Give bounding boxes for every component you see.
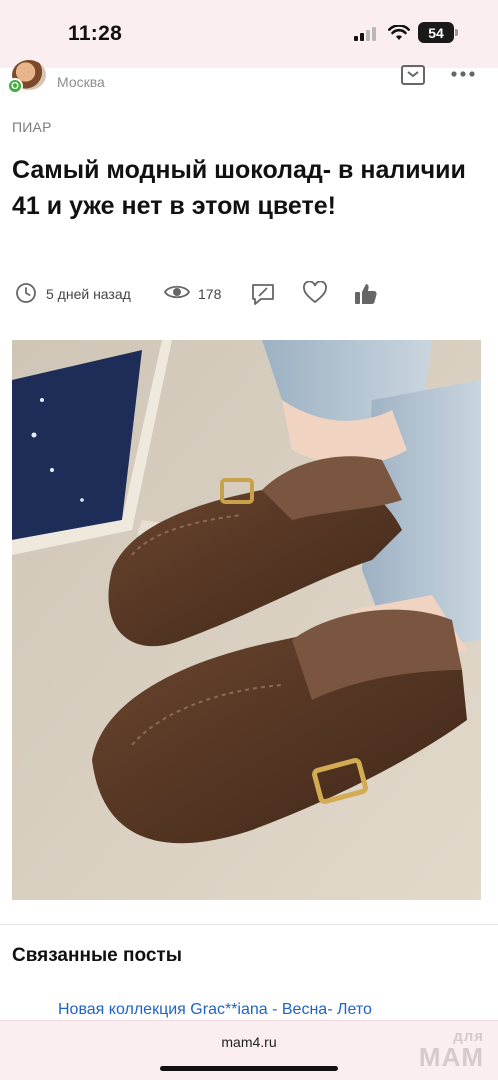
- related-posts-heading: Связанные посты: [12, 945, 182, 966]
- thumbs-up-icon[interactable]: [353, 281, 379, 307]
- post-category[interactable]: ПИАР: [12, 119, 52, 135]
- battery-cap: [455, 29, 458, 36]
- bookmark-icon[interactable]: [400, 62, 426, 88]
- watermark-bottom: МАМ: [418, 1042, 484, 1072]
- post-image[interactable]: [12, 340, 481, 900]
- more-icon[interactable]: [451, 70, 475, 78]
- related-post-link[interactable]: Новая коллекция Grac**iana - Весна- Лето: [58, 1001, 372, 1019]
- battery-level: 54: [428, 24, 444, 41]
- comment-icon[interactable]: [250, 281, 276, 307]
- status-icons: 54: [354, 22, 458, 43]
- post-meta: 5 дней назад 178: [0, 278, 498, 310]
- home-indicator[interactable]: [160, 1066, 338, 1071]
- battery-indicator: 54: [418, 22, 458, 43]
- section-divider: [0, 924, 498, 925]
- browser-url-bar[interactable]: mam4.ru для МАМ: [0, 1020, 498, 1080]
- author-row: O Москва: [0, 56, 498, 96]
- clock-icon: [16, 283, 36, 303]
- shoe-photo: [12, 340, 481, 900]
- watermark: для МАМ: [419, 1029, 484, 1070]
- post-title: Самый модный шоколад- в наличии 41 и уже…: [12, 156, 466, 220]
- signal-icon: [354, 26, 376, 41]
- author-city: Москва: [57, 74, 105, 90]
- online-badge: O: [7, 78, 23, 94]
- post-time: 5 дней назад: [46, 286, 131, 302]
- wifi-icon: [388, 24, 410, 40]
- heart-icon[interactable]: [302, 281, 328, 305]
- post-views: 178: [198, 286, 222, 302]
- eye-icon: [164, 285, 190, 299]
- status-time: 11:28: [68, 22, 123, 45]
